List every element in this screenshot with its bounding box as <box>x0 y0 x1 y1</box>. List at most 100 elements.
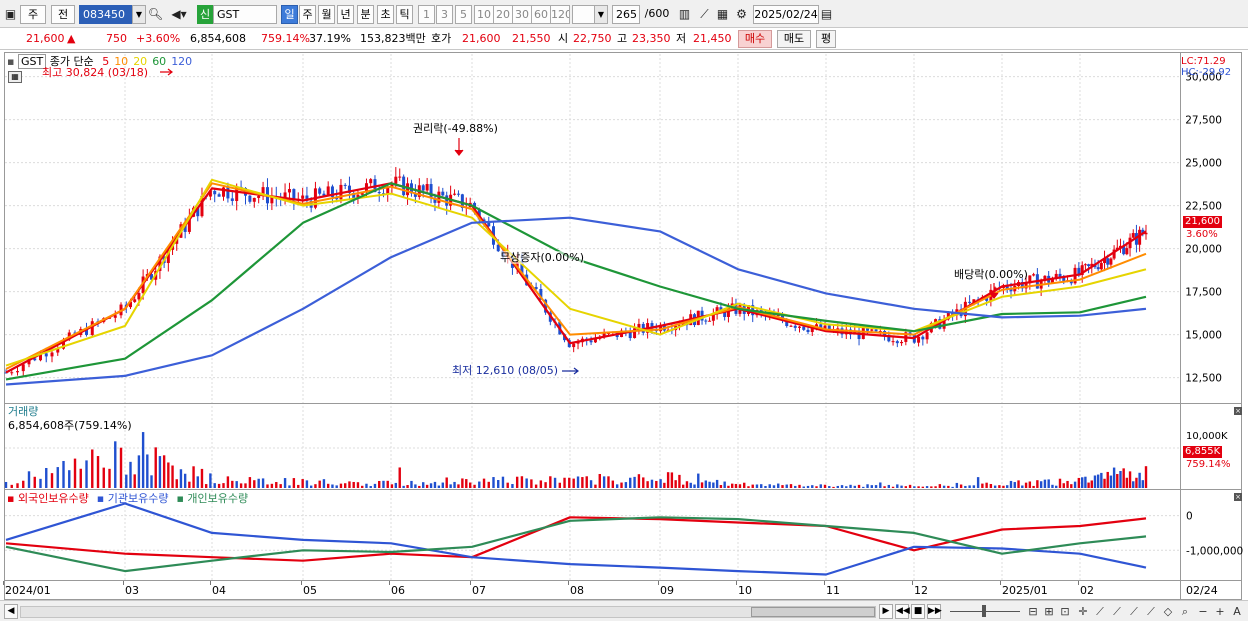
volume-bar <box>959 484 963 488</box>
volume-bar <box>723 481 726 488</box>
volume-bar <box>1103 478 1106 488</box>
volume-bar <box>445 477 448 488</box>
zoom-in-icon[interactable]: ⊞ <box>1041 603 1057 620</box>
zoom-out-icon[interactable]: ⊟ <box>1025 603 1041 620</box>
volume-bar <box>433 481 437 488</box>
y-axis-label: -1,000,000 <box>1186 545 1243 557</box>
volume-bar <box>322 479 326 488</box>
volume-bar <box>930 486 933 488</box>
volume-bar <box>257 478 260 488</box>
volume-bar <box>802 486 805 488</box>
x-axis-tick <box>824 581 825 585</box>
x-axis-label: 11 <box>826 584 840 597</box>
volume-bar <box>497 480 500 488</box>
volume-bar <box>908 484 912 488</box>
volume-bar <box>1062 483 1065 488</box>
holdings-legend-item[interactable]: ▪ 개인보유수량 <box>176 492 248 505</box>
eraser-icon[interactable]: ◇ <box>1160 603 1176 620</box>
volume-bar <box>200 468 204 488</box>
scroll-right-button[interactable]: ▶ <box>879 604 893 619</box>
rewind-button[interactable]: ◀◀ <box>895 604 910 619</box>
crosshair-icon[interactable]: ✛ <box>1075 603 1091 620</box>
volume-title[interactable]: 거래량 <box>8 405 38 418</box>
holdings-line[interactable] <box>5 516 1147 573</box>
legend-grip-icon[interactable]: ▪ <box>7 55 14 68</box>
magnifier-icon[interactable]: ⌕ <box>1177 603 1193 620</box>
y-axis-label: 27,500 <box>1185 115 1222 127</box>
volume-bar <box>836 485 839 488</box>
trend-line-icon[interactable]: ⟋ <box>1092 603 1108 620</box>
volume-bar <box>998 485 1001 488</box>
volume-bar <box>1070 484 1073 488</box>
rights-arrow-icon <box>454 138 464 156</box>
volume-bar <box>815 486 818 488</box>
volume-bar <box>314 484 317 488</box>
candle <box>802 326 806 330</box>
calculator-icon[interactable]: ▦ <box>8 71 22 83</box>
volume-bar <box>62 460 65 488</box>
volume-bar <box>615 484 619 488</box>
volume-bar <box>1141 480 1145 488</box>
scroll-left-button[interactable]: ◀ <box>4 604 18 619</box>
x-axis-label: 02 <box>1080 584 1094 597</box>
chart-app: ▣ 주 전 083450 ▼ 🔍︎ ◀▾ 신 GST 일주월년분초틱 1 3 5 10… <box>0 0 1248 621</box>
ma-line-60[interactable] <box>5 182 1147 381</box>
forward-button[interactable]: ▶▶ <box>927 604 942 619</box>
volume-bar <box>305 480 309 488</box>
volume-bar <box>704 480 708 488</box>
ma-legend-item[interactable]: 120 <box>171 55 192 68</box>
volume-bar <box>751 484 754 488</box>
draw-line-icon[interactable]: ⟋ <box>1109 603 1125 620</box>
ray-icon[interactable]: ⟋ <box>1126 603 1142 620</box>
candle <box>425 184 429 191</box>
candle <box>921 336 925 340</box>
holdings-legend-item[interactable]: ▪ 기관보유수량 <box>97 492 169 505</box>
volume-bar <box>811 485 814 488</box>
volume-bar <box>390 484 394 488</box>
close-icon[interactable]: × <box>1234 407 1242 415</box>
font-size-icon[interactable]: A <box>1229 603 1245 620</box>
volume-bar <box>712 482 715 488</box>
candle <box>394 176 398 184</box>
volume-bar <box>674 480 677 488</box>
volume-bar <box>318 480 321 488</box>
close-icon[interactable]: × <box>1234 493 1242 501</box>
volume-bar <box>1028 481 1032 488</box>
plus-icon[interactable]: + <box>1212 603 1228 620</box>
volume-bar <box>68 470 71 488</box>
volume-bar <box>738 484 742 488</box>
holdings-line[interactable] <box>5 516 1147 562</box>
volume-pct-tag: 759.14% <box>1186 459 1231 470</box>
fit-icon[interactable]: ⊡ <box>1057 603 1073 620</box>
candle <box>900 341 904 344</box>
volume-bar <box>900 485 903 488</box>
volume-bar <box>870 485 873 488</box>
x-axis-label: 2025/01 <box>1002 584 1048 597</box>
minus-icon[interactable]: − <box>1195 603 1211 620</box>
candle <box>441 191 445 196</box>
holdings-legend-item[interactable]: ▪ 외국인보유수량 <box>7 492 89 505</box>
scroll-track[interactable] <box>20 606 876 618</box>
volume-bar <box>866 484 869 488</box>
volume-bar <box>79 468 82 488</box>
scroll-thumb[interactable] <box>751 607 875 617</box>
candle <box>806 329 810 333</box>
stop-button[interactable]: ■ <box>911 604 925 619</box>
ma-legend-item[interactable]: 60 <box>152 55 166 68</box>
x-axis-tick <box>912 581 913 585</box>
candle <box>1125 248 1129 255</box>
hc-value: HC:-29.92 <box>1181 67 1232 78</box>
volume-bar <box>183 473 187 488</box>
volume-bar <box>1017 480 1020 488</box>
volume-bar <box>4 481 8 488</box>
zoom-slider-handle[interactable] <box>982 605 986 617</box>
panel-divider[interactable] <box>4 489 1242 490</box>
text-tool-icon[interactable]: ⟋ <box>1143 603 1159 620</box>
volume-bar <box>913 486 916 488</box>
volume-bar <box>896 484 899 488</box>
candle <box>369 179 373 184</box>
chart-canvas[interactable]: 30,00027,50025,00022,50020,00017,50015,0… <box>0 0 1248 621</box>
x-axis-label: 04 <box>212 584 226 597</box>
panel-divider[interactable] <box>4 403 1242 404</box>
volume-bar <box>129 461 132 488</box>
